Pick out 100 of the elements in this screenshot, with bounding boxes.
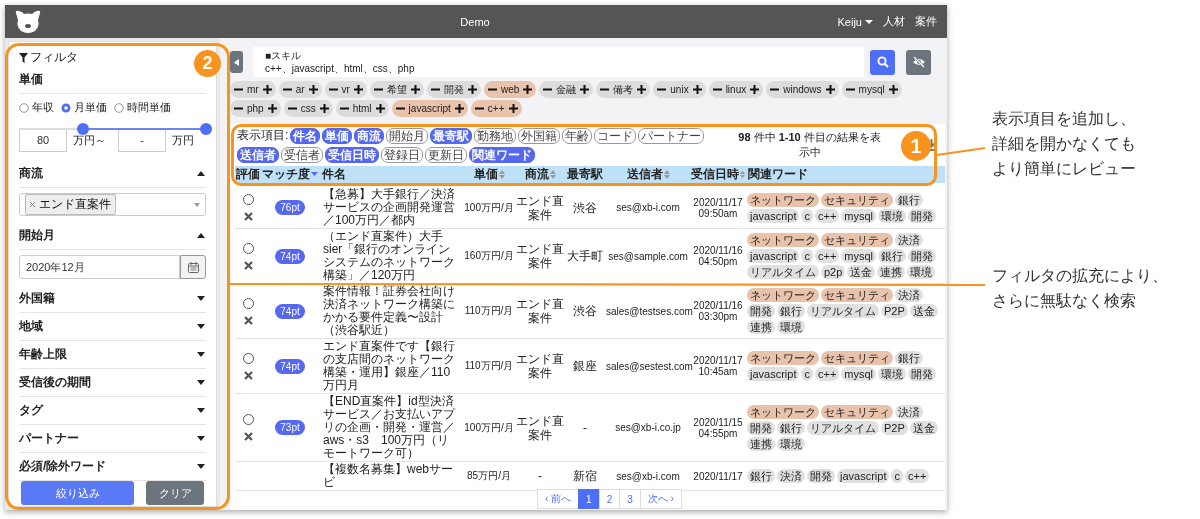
column-header[interactable]: 単価: [463, 166, 515, 183]
column-toggle[interactable]: 年齢: [562, 127, 593, 144]
keyword-tag: 銀行: [895, 192, 923, 207]
cross-icon[interactable]: [243, 315, 253, 325]
column-toggle[interactable]: 外国籍: [518, 127, 561, 144]
plus-icon[interactable]: [825, 85, 835, 94]
cross-icon[interactable]: [243, 212, 253, 221]
nav-link[interactable]: 人材: [883, 14, 905, 29]
date-field[interactable]: 2020年12月: [19, 255, 180, 279]
column-toggle[interactable]: コード: [594, 127, 637, 144]
table-cell-text: 【急募】大手銀行／決済サービスの企画開発運営／100万円／都内: [322, 188, 456, 227]
column-toggle[interactable]: 開始月: [386, 127, 429, 144]
plus-icon[interactable]: [523, 85, 533, 94]
plus-icon[interactable]: [580, 85, 590, 94]
radio-option[interactable]: 年収: [19, 100, 54, 115]
section-header[interactable]: 地域: [19, 313, 206, 341]
keyword-tag: 開発: [747, 304, 775, 318]
column-toggle[interactable]: 更新日: [425, 147, 467, 163]
remove-icon[interactable]: [29, 201, 36, 208]
column-header[interactable]: 受信日時: [691, 166, 745, 183]
plus-icon[interactable]: [353, 85, 363, 94]
eye-slash-icon: [911, 56, 926, 68]
score-badge: 74pt: [275, 248, 305, 264]
annotation-text: フィルタの拡充により、 さらに無駄なく検索: [992, 266, 1168, 311]
radio-option[interactable]: 時間単価: [114, 100, 171, 115]
table-cell: 110万円/月: [463, 304, 515, 318]
page-link[interactable]: 2: [598, 489, 621, 509]
plus-icon[interactable]: [637, 85, 647, 94]
hide-button[interactable]: [906, 49, 931, 75]
price-field[interactable]: -: [118, 128, 166, 152]
radio-button[interactable]: [242, 414, 254, 425]
keyword-tag: 決済: [895, 233, 923, 247]
keyword-tag: ネットワーク: [747, 404, 819, 419]
keyword-tag: 送金: [909, 304, 938, 318]
slider-thumb[interactable]: [200, 123, 212, 135]
collapse-button[interactable]: [230, 51, 243, 73]
select-field[interactable]: エンド直案件: [19, 193, 206, 216]
table-cell-text: -: [582, 420, 588, 435]
column-toggle[interactable]: 勤務地: [474, 127, 517, 144]
plus-icon[interactable]: [308, 85, 318, 94]
radio-button[interactable]: [242, 242, 254, 254]
column-toggle[interactable]: 商流: [354, 127, 385, 144]
plus-icon[interactable]: [410, 85, 420, 94]
column-toggle[interactable]: 関連ワード: [469, 147, 535, 163]
plus-icon[interactable]: [888, 85, 898, 94]
slider-thumb[interactable]: [76, 123, 89, 135]
section-header[interactable]: タグ: [19, 397, 206, 425]
radio-button[interactable]: [242, 297, 254, 309]
skill-label: web: [500, 84, 520, 95]
search-button[interactable]: [870, 49, 895, 75]
column-toggle[interactable]: パートナー: [638, 127, 705, 144]
column-toggle[interactable]: 受信者: [281, 147, 323, 163]
column-header[interactable]: 送信者: [605, 166, 691, 183]
next-link[interactable]: 次へ ›: [639, 489, 682, 509]
column-toggle[interactable]: 最寄駅: [430, 127, 473, 144]
column-toggle[interactable]: 送信者: [237, 147, 279, 163]
date-text: 2020/11/17: [692, 470, 744, 482]
page-link[interactable]: 3: [619, 489, 641, 509]
price-field[interactable]: 80: [19, 128, 67, 152]
plus-icon[interactable]: [454, 104, 464, 113]
search-field[interactable]: ■スキル c++、javascript、html、css、php: [253, 47, 864, 77]
apply-button[interactable]: 絞り込み: [21, 481, 134, 505]
section-header[interactable]: 受信後の期間: [19, 369, 206, 397]
section-header[interactable]: パートナー: [19, 425, 206, 453]
nav-link[interactable]: 案件: [915, 14, 937, 29]
plus-icon[interactable]: [750, 85, 760, 94]
keyword-tag: 銀行: [895, 351, 923, 365]
plus-icon[interactable]: [467, 85, 477, 94]
page-link[interactable]: 1: [578, 489, 600, 509]
section-header[interactable]: 商流: [19, 160, 206, 188]
calendar-button[interactable]: [180, 255, 206, 279]
column-header[interactable]: マッチ度: [261, 166, 319, 183]
column-toggle[interactable]: 受信日時: [325, 147, 379, 163]
prev-link[interactable]: ‹ 前へ: [537, 489, 580, 509]
keyword-tag: 銀行: [777, 304, 805, 318]
skill-label: 金融: [556, 82, 577, 97]
section-header[interactable]: 開始月: [19, 222, 206, 250]
plus-icon[interactable]: [508, 104, 518, 113]
plus-icon[interactable]: [319, 104, 329, 113]
column-header[interactable]: 商流: [515, 166, 565, 183]
column-toggle[interactable]: 登録日: [381, 147, 423, 163]
radio-button[interactable]: [242, 194, 254, 205]
plus-icon[interactable]: [375, 104, 385, 113]
plus-icon[interactable]: [262, 85, 272, 94]
plus-icon[interactable]: [267, 104, 277, 113]
dog-head-icon: [13, 8, 43, 35]
skill-label: linux: [725, 84, 747, 95]
plus-icon[interactable]: [692, 85, 702, 94]
user-menu[interactable]: Keiju: [837, 15, 873, 28]
section-header[interactable]: 外国籍: [19, 285, 206, 313]
radio-option[interactable]: 月単価: [61, 100, 107, 115]
cross-icon[interactable]: [243, 370, 253, 380]
column-toggle[interactable]: 件名: [290, 127, 321, 144]
radio-button[interactable]: [242, 352, 254, 364]
clear-button[interactable]: クリア: [146, 481, 204, 505]
section-header[interactable]: 年齢上限: [19, 341, 206, 369]
cross-icon[interactable]: [243, 432, 253, 441]
column-toggle[interactable]: 単価: [322, 127, 353, 144]
keyword-tag: ネットワーク: [747, 192, 819, 207]
cross-icon[interactable]: [243, 260, 253, 270]
